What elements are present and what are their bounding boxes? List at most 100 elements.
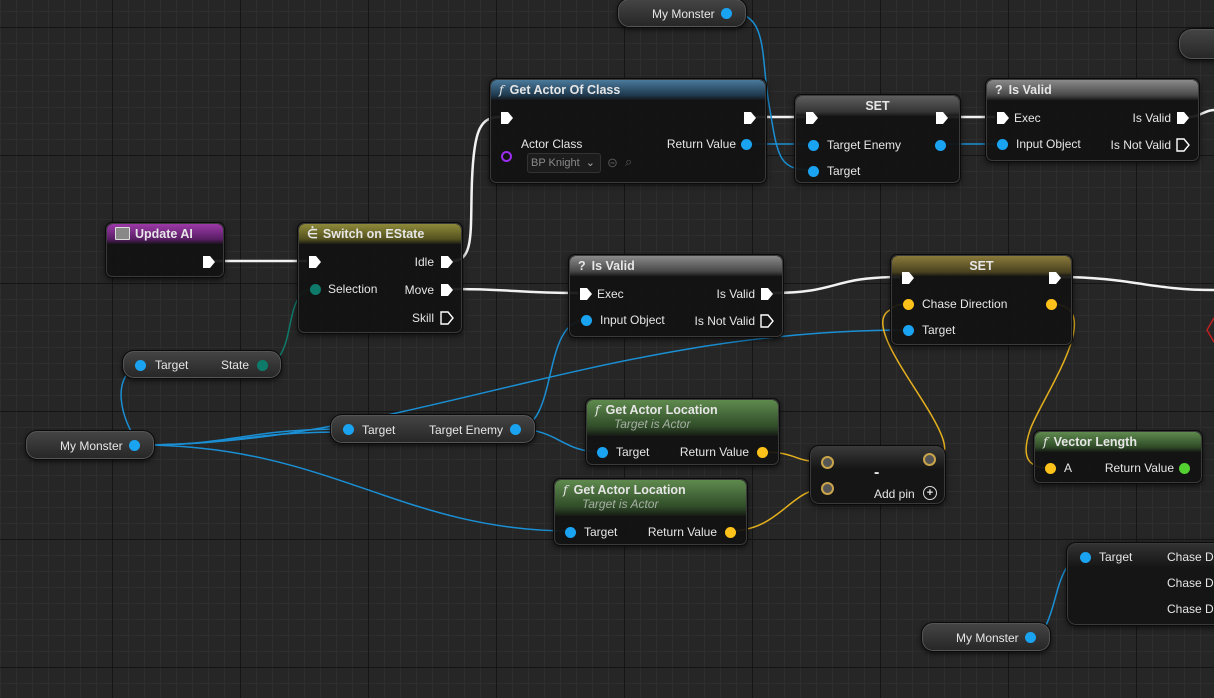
move-label: Move xyxy=(404,283,434,297)
my-monster-out-pin[interactable] xyxy=(129,440,140,451)
state-target-pin[interactable] xyxy=(135,360,146,371)
vector-length-title: Vector Length xyxy=(1053,435,1137,449)
result-pin[interactable] xyxy=(923,453,936,466)
target-enemy-label: Target Enemy xyxy=(428,423,503,437)
event-icon xyxy=(115,227,130,240)
get-actor-location-node-1[interactable]: f Get Actor Location Target is Actor Targe… xyxy=(585,398,780,466)
move-exec-pin[interactable] xyxy=(440,283,454,297)
target-pin[interactable] xyxy=(808,166,819,177)
set-title: SET xyxy=(969,259,994,273)
chase-row-label: Chase Di xyxy=(1167,576,1214,590)
input-object-pin[interactable] xyxy=(997,139,1008,150)
update-ai-event-node[interactable]: Update AI xyxy=(105,222,225,278)
my-monster-out-pin[interactable] xyxy=(1025,632,1036,643)
offscreen-node-top-right[interactable] xyxy=(1178,28,1214,60)
get-actor-location-subtitle: Target is Actor xyxy=(582,497,659,511)
vector-length-header: f Vector Length xyxy=(1035,432,1201,452)
get-actor-location-title: Get Actor Location xyxy=(573,483,686,497)
wire-monster-targetenemy2 xyxy=(139,431,349,446)
set-chase-direction-node[interactable]: SET Chase Direction Target xyxy=(890,254,1073,346)
exec-in-pin[interactable] xyxy=(805,111,819,125)
get-actor-of-class-node[interactable]: f Get Actor Of Class Actor Class BP Knigh… xyxy=(489,78,767,184)
function-icon: f xyxy=(499,82,504,97)
chase-direction-get-node[interactable]: Target Chase Di Chase Di Chase Di xyxy=(1066,542,1214,626)
use-selected-icon[interactable]: ⊝ xyxy=(607,155,618,171)
my-monster-var-left[interactable]: My Monster xyxy=(25,430,155,460)
exec-in-pin[interactable] xyxy=(308,255,322,269)
target-pin[interactable] xyxy=(1080,552,1091,563)
target-pin[interactable] xyxy=(565,527,576,538)
my-monster-label: My Monster xyxy=(60,439,123,453)
state-out-pin[interactable] xyxy=(257,360,268,371)
switch-icon: ⋵ xyxy=(307,227,318,241)
idle-label: Idle xyxy=(414,255,434,269)
return-value-pin[interactable] xyxy=(757,447,768,458)
chase-row-label: Chase Di xyxy=(1167,602,1214,616)
return-value-pin[interactable] xyxy=(741,139,752,150)
selection-pin[interactable] xyxy=(310,284,321,295)
target-enemy-out-pin[interactable] xyxy=(510,424,521,435)
target-enemy-out-pin[interactable] xyxy=(935,140,946,151)
actor-class-pin[interactable] xyxy=(501,151,512,162)
function-icon: f xyxy=(563,482,568,497)
idle-exec-pin[interactable] xyxy=(440,255,454,269)
chase-row-label: Chase Di xyxy=(1167,550,1214,564)
function-icon: f xyxy=(1043,434,1048,449)
my-monster-var-top[interactable]: My Monster xyxy=(617,0,747,28)
exec-in-pin[interactable] xyxy=(996,111,1010,125)
target-pin[interactable] xyxy=(597,447,608,458)
is-not-valid-exec-pin[interactable] xyxy=(760,314,774,328)
exec-in-pin[interactable] xyxy=(579,287,593,301)
state-target-label: Target xyxy=(155,358,189,372)
a-pin[interactable] xyxy=(1045,463,1056,474)
b-pin[interactable] xyxy=(821,482,834,495)
is-not-valid-label: Is Not Valid xyxy=(694,314,755,328)
is-valid-exec-pin[interactable] xyxy=(760,287,774,301)
set-target-enemy-node[interactable]: SET Target Enemy Target xyxy=(794,94,961,184)
question-icon: ? xyxy=(578,259,586,273)
exec-out-pin[interactable] xyxy=(743,111,757,125)
exec-in-pin[interactable] xyxy=(500,111,514,125)
is-valid-node-top[interactable]: ? Is Valid Exec Is Valid Input Object Is … xyxy=(985,78,1200,162)
get-actor-location-node-2[interactable]: f Get Actor Location Target is Actor Targe… xyxy=(553,478,748,546)
exec-out-pin[interactable] xyxy=(935,111,949,125)
a-pin[interactable] xyxy=(821,456,834,469)
subtract-node[interactable]: - Add pin + xyxy=(809,445,946,505)
add-pin-label[interactable]: Add pin xyxy=(874,487,915,501)
is-valid-title: Is Valid xyxy=(1008,83,1052,97)
browse-search-icon[interactable]: ⌕ xyxy=(625,154,632,170)
vector-length-node[interactable]: f Vector Length A Return Value xyxy=(1033,430,1203,484)
state-get-node[interactable]: Target State xyxy=(122,350,282,379)
is-valid-exec-pin[interactable] xyxy=(1176,111,1190,125)
exec-out-pin[interactable] xyxy=(1048,271,1062,285)
target-label: Target xyxy=(922,323,956,337)
switch-on-estate-node[interactable]: ⋵ Switch on EState Selection Idle Move Sk… xyxy=(297,222,463,334)
wire-monster-getloc2 xyxy=(139,444,572,532)
my-monster-var-bottom[interactable]: My Monster xyxy=(921,622,1051,652)
target-pin[interactable] xyxy=(903,325,914,336)
actor-class-dropdown[interactable]: BP Knight ⌄ xyxy=(527,153,601,173)
chase-direction-out-pin[interactable] xyxy=(1046,299,1057,310)
exec-in-pin[interactable] xyxy=(901,271,915,285)
is-valid-label: Is Valid xyxy=(1132,111,1171,125)
skill-exec-pin[interactable] xyxy=(440,311,454,325)
my-monster-out-pin[interactable] xyxy=(721,8,732,19)
add-pin-icon[interactable]: + xyxy=(923,486,937,500)
target-label: Target xyxy=(827,164,861,178)
target-enemy-pin[interactable] xyxy=(808,140,819,151)
get-actor-location-subtitle: Target is Actor xyxy=(614,417,691,431)
return-value-pin[interactable] xyxy=(725,527,736,538)
target-enemy-get-node[interactable]: Target Target Enemy xyxy=(330,414,536,444)
is-not-valid-exec-pin[interactable] xyxy=(1176,138,1190,152)
return-value-label: Return Value xyxy=(647,525,717,539)
return-value-label: Return Value xyxy=(679,445,749,459)
is-valid-node-mid[interactable]: ? Is Valid Exec Is Valid Input Object Is … xyxy=(568,254,784,338)
return-value-pin[interactable] xyxy=(1179,463,1190,474)
input-object-pin[interactable] xyxy=(581,315,592,326)
exec-out-pin[interactable] xyxy=(202,255,216,269)
target-enemy-label: Target Enemy xyxy=(827,138,902,152)
chase-direction-pin[interactable] xyxy=(903,299,914,310)
target-pin[interactable] xyxy=(343,424,354,435)
question-icon: ? xyxy=(995,83,1003,97)
get-actor-of-class-header: f Get Actor Of Class xyxy=(491,80,765,100)
